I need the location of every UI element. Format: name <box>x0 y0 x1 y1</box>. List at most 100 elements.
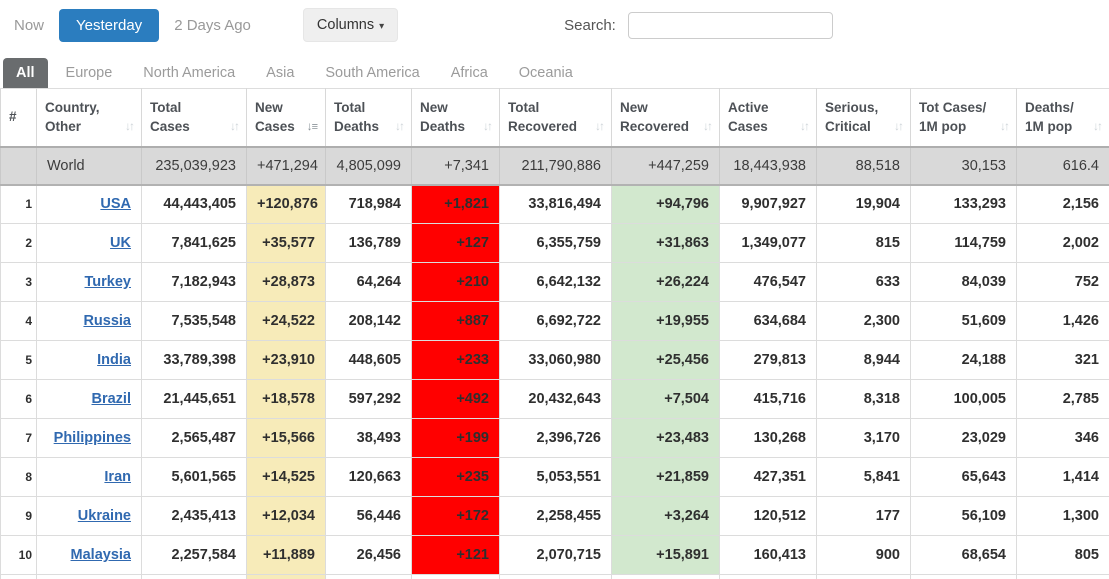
tot-cases-1m-cell: 84,039 <box>910 262 1017 302</box>
tot-cases-1m-cell: 133,293 <box>910 184 1017 224</box>
sort-icon: ↓↑ <box>800 119 810 134</box>
new-cases-cell: +120,876 <box>246 184 326 224</box>
sort-icon: ↓↑ <box>483 119 493 134</box>
column-header-new-cases[interactable]: New Cases ↓≡ <box>246 88 326 147</box>
new-cases-cell: +15,566 <box>246 418 326 458</box>
column-header-total-cases[interactable]: Total Cases ↓↑ <box>141 88 247 147</box>
deaths-1m-cell: 1,426 <box>1016 301 1109 341</box>
serious-critical-cell: 19,904 <box>816 184 911 224</box>
new-recovered-cell: +3,264 <box>611 496 720 536</box>
total-deaths-cell: 597,292 <box>325 379 412 419</box>
total-cases-cell: 7,182,943 <box>141 262 247 302</box>
new-cases-cell: +24,522 <box>246 301 326 341</box>
world-serious-critical: 88,518 <box>816 145 911 186</box>
serious-critical-cell: 8,318 <box>816 379 911 419</box>
row-rank: 10 <box>0 535 37 575</box>
column-header-serious-critical[interactable]: Serious, Critical ↓↑ <box>816 88 911 147</box>
total-cases-cell: 44,443,405 <box>141 184 247 224</box>
new-recovered-cell: +15,891 <box>611 535 720 575</box>
table-row: 7 Philippines 2,565,487 +15,566 38,493 +… <box>0 418 1109 458</box>
search-label: Search: <box>564 16 616 34</box>
country-link[interactable]: Turkey <box>85 274 131 290</box>
new-recovered-cell: +21,859 <box>611 457 720 497</box>
column-header-new-deaths[interactable]: New Deaths ↓↑ <box>411 88 500 147</box>
tab-europe[interactable]: Europe <box>53 58 126 88</box>
world-tot-cases-1m: 30,153 <box>910 145 1017 186</box>
row-rank: 9 <box>0 496 37 536</box>
tab-all[interactable]: All <box>3 58 48 88</box>
new-deaths-cell: +210 <box>411 262 500 302</box>
row-rank: 8 <box>0 457 37 497</box>
sort-icon: ↓↑ <box>125 119 135 134</box>
total-deaths-cell: 38,493 <box>325 418 412 458</box>
new-recovered-cell: +23,483 <box>611 418 720 458</box>
columns-dropdown-button[interactable]: Columns ▾ <box>302 8 399 42</box>
total-cases-cell: 21,445,651 <box>141 379 247 419</box>
country-cell: India <box>36 340 142 380</box>
partial-next-row <box>0 574 1109 579</box>
search-area: Search: <box>564 11 833 39</box>
tab-asia[interactable]: Asia <box>253 58 307 88</box>
total-cases-cell: 33,789,398 <box>141 340 247 380</box>
country-cell: Malaysia <box>36 535 142 575</box>
new-deaths-cell: +199 <box>411 418 500 458</box>
country-link[interactable]: UK <box>110 235 131 251</box>
active-cases-cell: 476,547 <box>719 262 817 302</box>
serious-critical-cell: 3,170 <box>816 418 911 458</box>
now-button[interactable]: Now <box>14 17 44 34</box>
column-header-tot-cases-1m[interactable]: Tot Cases/1M pop ↓↑ <box>910 88 1017 147</box>
total-deaths-cell: 136,789 <box>325 223 412 263</box>
sort-icon: ↓↑ <box>1000 119 1010 134</box>
new-recovered-cell: +26,224 <box>611 262 720 302</box>
new-recovered-cell: +31,863 <box>611 223 720 263</box>
total-recovered-cell: 33,816,494 <box>499 184 612 224</box>
country-link[interactable]: India <box>97 352 131 368</box>
world-new-cases: +471,294 <box>246 145 326 186</box>
new-deaths-cell: +492 <box>411 379 500 419</box>
new-recovered-cell: +19,955 <box>611 301 720 341</box>
row-rank: 5 <box>0 340 37 380</box>
country-link[interactable]: Russia <box>83 313 131 329</box>
tab-north-america[interactable]: North America <box>130 58 248 88</box>
total-deaths-cell: 26,456 <box>325 535 412 575</box>
active-cases-cell: 160,413 <box>719 535 817 575</box>
tab-africa[interactable]: Africa <box>438 58 501 88</box>
country-link[interactable]: Iran <box>104 469 131 485</box>
region-tabs: All Europe North America Asia South Amer… <box>0 50 1109 88</box>
yesterday-button[interactable]: Yesterday <box>59 8 160 42</box>
deaths-1m-cell: 805 <box>1016 535 1109 575</box>
new-recovered-cell: +94,796 <box>611 184 720 224</box>
column-header-new-recovered[interactable]: New Recovered ↓↑ <box>611 88 720 147</box>
two-days-ago-button[interactable]: 2 Days Ago <box>174 17 251 34</box>
new-cases-cell: +28,873 <box>246 262 326 302</box>
country-link[interactable]: USA <box>100 196 131 212</box>
column-header-deaths-1m[interactable]: Deaths/1M pop ↓↑ <box>1016 88 1109 147</box>
serious-critical-cell: 900 <box>816 535 911 575</box>
country-link[interactable]: Malaysia <box>71 547 131 563</box>
tot-cases-1m-cell: 51,609 <box>910 301 1017 341</box>
tab-oceania[interactable]: Oceania <box>506 58 586 88</box>
country-link[interactable]: Philippines <box>54 430 131 446</box>
chevron-down-icon: ▾ <box>379 21 385 32</box>
world-row: World 235,039,923 +471,294 4,805,099 +7,… <box>0 145 1109 186</box>
new-recovered-cell: +7,504 <box>611 379 720 419</box>
deaths-1m-cell: 752 <box>1016 262 1109 302</box>
total-cases-cell: 2,565,487 <box>141 418 247 458</box>
table-body: World 235,039,923 +471,294 4,805,099 +7,… <box>0 145 1109 579</box>
column-header-country[interactable]: Country, Other ↓↑ <box>36 88 142 147</box>
country-link[interactable]: Ukraine <box>78 508 131 524</box>
country-link[interactable]: Brazil <box>92 391 132 407</box>
search-input[interactable] <box>627 11 833 39</box>
column-header-total-recovered[interactable]: Total Recovered ↓↑ <box>499 88 612 147</box>
table-row: 2 UK 7,841,625 +35,577 136,789 +127 6,35… <box>0 223 1109 263</box>
column-header-active-cases[interactable]: Active Cases ↓↑ <box>719 88 817 147</box>
world-deaths-1m: 616.4 <box>1016 145 1109 186</box>
new-deaths-cell: +121 <box>411 535 500 575</box>
active-cases-cell: 9,907,927 <box>719 184 817 224</box>
deaths-1m-cell: 2,002 <box>1016 223 1109 263</box>
tab-south-america[interactable]: South America <box>312 58 432 88</box>
new-deaths-cell: +887 <box>411 301 500 341</box>
column-header-total-deaths[interactable]: Total Deaths ↓↑ <box>325 88 412 147</box>
table-row: 4 Russia 7,535,548 +24,522 208,142 +887 … <box>0 301 1109 341</box>
world-label: World <box>36 145 142 186</box>
